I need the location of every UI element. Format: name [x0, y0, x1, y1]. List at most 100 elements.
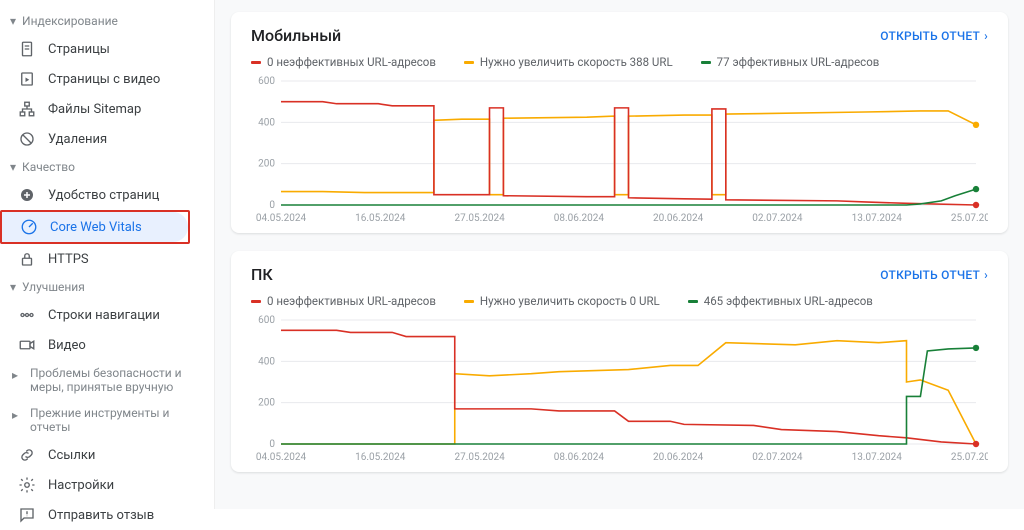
sidebar-item-sitemaps[interactable]: Файлы Sitemap: [0, 94, 214, 124]
legend-label: 0 неэффективных URL-адресов: [267, 55, 436, 69]
sidebar-item-label: Строки навигации: [48, 308, 160, 323]
svg-text:13.07.2024: 13.07.2024: [852, 452, 903, 463]
legend-swatch-poor: [251, 61, 261, 64]
svg-text:200: 200: [258, 398, 275, 409]
sitemap-icon: [18, 100, 36, 118]
sidebar: ▾ Индексирование Страницы Страницы с вид…: [0, 0, 215, 509]
sidebar-item-removals[interactable]: Удаления: [0, 124, 214, 154]
sidebar-item-video[interactable]: Видео: [0, 330, 214, 360]
svg-text:04.05.2024: 04.05.2024: [256, 213, 307, 224]
sidebar-item-breadcrumbs[interactable]: Строки навигации: [0, 300, 214, 330]
sidebar-item-label: Настройки: [48, 478, 114, 493]
sidebar-item-links[interactable]: Ссылки: [0, 440, 214, 470]
sidebar-item-label: Отправить отзыв: [48, 508, 154, 523]
sidebar-item-label: Ссылки: [48, 448, 95, 463]
sidebar-item-label: Страницы с видео: [48, 72, 160, 87]
svg-text:25.07.2024: 25.07.2024: [951, 213, 988, 224]
svg-text:02.07.2024: 02.07.2024: [752, 213, 803, 224]
removals-icon: [18, 130, 36, 148]
gauge-icon: [20, 218, 38, 236]
chart-desktop: 020040060004.05.202416.05.202427.05.2024…: [251, 314, 988, 464]
document-icon: [18, 40, 36, 58]
chevron-right-icon: ›: [984, 29, 988, 43]
legend-swatch-poor: [251, 300, 261, 303]
legend-poor: 0 неэффективных URL-адресов: [251, 55, 436, 69]
chart-mobile: 0 200 400 600 04.05.2024 16.05.2024 27.05.2024…: [251, 75, 988, 225]
chart-legend: 0 неэффективных URL-адресов Нужно увелич…: [251, 294, 988, 308]
legend-needs: Нужно увеличить скорость 0 URL: [464, 294, 660, 308]
svg-text:25.07.2024: 25.07.2024: [951, 452, 988, 463]
sidebar-item-label: Страницы: [48, 42, 110, 57]
card-header: Мобильный ОТКРЫТЬ ОТЧЕТ ›: [251, 26, 988, 45]
legend-swatch-needs: [464, 300, 474, 303]
sidebar-item-label: Проблемы безопасности и меры, принятые в…: [30, 366, 202, 394]
svg-text:20.06.2024: 20.06.2024: [653, 452, 704, 463]
legend-label: Нужно увеличить скорость 0 URL: [480, 294, 660, 308]
legend-swatch-needs: [464, 61, 474, 64]
lock-icon: [18, 250, 36, 268]
svg-text:200: 200: [258, 159, 275, 170]
sidebar-item-pages[interactable]: Страницы: [0, 34, 214, 64]
chevron-down-icon: ▾: [10, 14, 16, 28]
sidebar-item-video-pages[interactable]: Страницы с видео: [0, 64, 214, 94]
sidebar-item-label: Файлы Sitemap: [48, 102, 141, 117]
legend-label: Нужно увеличить скорость 388 URL: [480, 55, 673, 69]
svg-text:600: 600: [258, 315, 275, 326]
open-report-button[interactable]: ОТКРЫТЬ ОТЧЕТ ›: [880, 268, 988, 282]
legend-swatch-good: [688, 300, 698, 303]
sidebar-item-https[interactable]: HTTPS: [0, 244, 214, 274]
svg-text:04.05.2024: 04.05.2024: [256, 452, 307, 463]
section-label: Индексирование: [22, 14, 118, 28]
sidebar-item-label: Удаления: [48, 132, 107, 147]
card-header: ПК ОТКРЫТЬ ОТЧЕТ ›: [251, 265, 988, 284]
sidebar-item-feedback[interactable]: Отправить отзыв: [0, 500, 214, 530]
svg-text:13.07.2024: 13.07.2024: [852, 213, 903, 224]
svg-text:27.05.2024: 27.05.2024: [454, 452, 505, 463]
section-quality[interactable]: ▾ Качество: [0, 154, 214, 180]
chevron-down-icon: ▾: [10, 160, 16, 174]
card-title: ПК: [251, 265, 273, 284]
section-enhancements[interactable]: ▾ Улучшения: [0, 274, 214, 300]
legend-label: 465 эффективных URL-адресов: [704, 294, 873, 308]
sidebar-item-label: HTTPS: [48, 252, 89, 267]
sidebar-item-label: Удобство страниц: [48, 188, 159, 203]
gear-icon: [18, 476, 36, 494]
sidebar-item-legacy[interactable]: ▸ Прежние инструменты и отчеты: [0, 400, 214, 440]
main-content: Мобильный ОТКРЫТЬ ОТЧЕТ › 0 неэффективны…: [215, 0, 1024, 509]
sidebar-item-page-experience[interactable]: Удобство страниц: [0, 180, 214, 210]
legend-good: 465 эффективных URL-адресов: [688, 294, 873, 308]
link-icon: [18, 446, 36, 464]
svg-text:27.05.2024: 27.05.2024: [454, 213, 505, 224]
section-label: Качество: [22, 160, 75, 174]
legend-swatch-good: [701, 61, 711, 64]
card-title: Мобильный: [251, 26, 341, 45]
breadcrumb-icon: [18, 306, 36, 324]
section-label: Улучшения: [22, 280, 85, 294]
sidebar-item-core-web-vitals[interactable]: Core Web Vitals: [2, 212, 188, 242]
sidebar-item-settings[interactable]: Настройки: [0, 470, 214, 500]
sidebar-item-label: Core Web Vitals: [50, 220, 142, 235]
chart-legend: 0 неэффективных URL-адресов Нужно увелич…: [251, 55, 988, 69]
card-desktop: ПК ОТКРЫТЬ ОТЧЕТ › 0 неэффективных URL-а…: [231, 251, 1008, 472]
svg-text:600: 600: [258, 76, 275, 87]
active-item-highlight: Core Web Vitals: [0, 210, 190, 244]
svg-text:20.06.2024: 20.06.2024: [653, 213, 704, 224]
open-report-button[interactable]: ОТКРЫТЬ ОТЧЕТ ›: [880, 29, 988, 43]
svg-text:400: 400: [258, 117, 275, 128]
open-report-label: ОТКРЫТЬ ОТЧЕТ: [880, 29, 980, 43]
legend-label: 77 эффективных URL-адресов: [717, 55, 880, 69]
chevron-down-icon: ▾: [10, 280, 16, 294]
open-report-label: ОТКРЫТЬ ОТЧЕТ: [880, 268, 980, 282]
chart-svg: 0 200 400 600 04.05.2024 16.05.2024 27.05.2024…: [251, 75, 988, 225]
sidebar-item-label: Прежние инструменты и отчеты: [30, 406, 202, 434]
svg-text:16.05.2024: 16.05.2024: [355, 213, 406, 224]
svg-text:0: 0: [269, 200, 275, 211]
chevron-right-icon: ▸: [12, 366, 24, 382]
svg-text:02.07.2024: 02.07.2024: [752, 452, 803, 463]
video-document-icon: [18, 70, 36, 88]
section-indexing[interactable]: ▾ Индексирование: [0, 8, 214, 34]
sidebar-item-security[interactable]: ▸ Проблемы безопасности и меры, принятые…: [0, 360, 214, 400]
legend-good: 77 эффективных URL-адресов: [701, 55, 880, 69]
plus-circle-icon: [18, 186, 36, 204]
svg-text:08.06.2024: 08.06.2024: [554, 452, 605, 463]
